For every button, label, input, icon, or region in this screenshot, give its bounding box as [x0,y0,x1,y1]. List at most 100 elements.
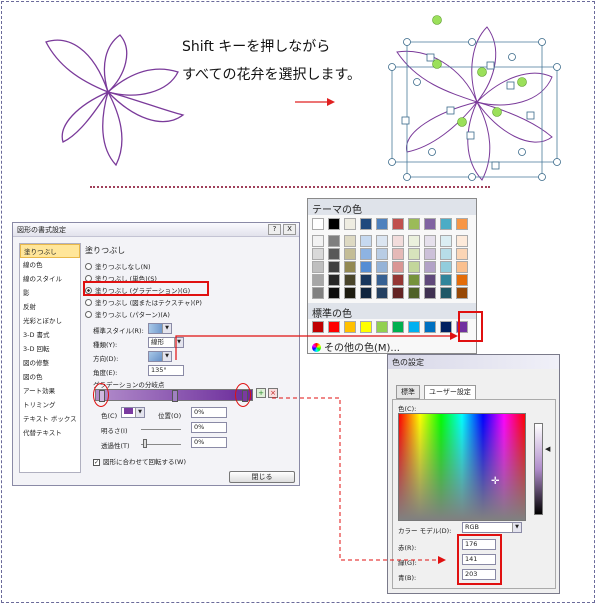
brightness-slider[interactable] [141,429,181,430]
theme-color-swatch[interactable] [360,218,372,230]
transparency-input[interactable]: 0% [191,437,227,448]
nav-item-reflection[interactable]: 反射 [20,300,80,314]
theme-shade-swatch[interactable] [408,235,420,247]
theme-shade-swatch[interactable] [392,287,404,299]
arrow-icon [295,98,335,106]
theme-shade-swatch[interactable] [312,248,324,260]
radio-no-fill[interactable]: 塗りつぶしなし(N) [85,261,151,271]
theme-shade-swatch[interactable] [312,261,324,273]
theme-shade-swatch[interactable] [344,235,356,247]
theme-shade-swatch[interactable] [360,235,372,247]
luminance-bar[interactable] [534,423,543,515]
theme-shade-swatch[interactable] [312,274,324,286]
theme-shade-swatch[interactable] [328,274,340,286]
dialog-titlebar: 図形の書式設定 ? X [13,223,299,237]
theme-shade-swatch[interactable] [408,287,420,299]
theme-shade-swatch[interactable] [376,235,388,247]
transparency-slider[interactable] [141,444,181,445]
theme-shade-swatch[interactable] [456,235,468,247]
theme-shade-swatch[interactable] [408,261,420,273]
theme-shade-swatch[interactable] [376,287,388,299]
nav-item-line-style[interactable]: 線のスタイル [20,272,80,286]
close-x-button[interactable]: X [283,224,296,235]
theme-shade-swatch[interactable] [456,274,468,286]
theme-color-swatch[interactable] [440,218,452,230]
theme-shade-swatch[interactable] [376,274,388,286]
theme-shade-swatch[interactable] [424,235,436,247]
theme-shade-swatch[interactable] [312,287,324,299]
nav-item-picture-color[interactable]: 図の色 [20,370,80,384]
nav-item-text-box[interactable]: テキスト ボックス [20,412,80,426]
theme-color-swatch[interactable] [376,218,388,230]
theme-shade-swatch[interactable] [376,261,388,273]
theme-shade-swatch[interactable] [312,235,324,247]
radio-pattern-fill[interactable]: 塗りつぶし (パターン)(A) [85,309,170,319]
rotate-checkbox[interactable]: ✓ [93,459,100,466]
theme-color-swatch[interactable] [456,218,468,230]
theme-shade-swatch[interactable] [360,248,372,260]
gradient-stop-middle[interactable] [172,390,178,402]
theme-shade-swatch[interactable] [360,287,372,299]
transparency-thumb[interactable] [143,439,147,448]
theme-shade-swatch[interactable] [440,261,452,273]
theme-shade-swatch[interactable] [328,261,340,273]
theme-shade-swatch[interactable] [328,248,340,260]
theme-shade-swatch[interactable] [344,248,356,260]
theme-shade-swatch[interactable] [376,248,388,260]
theme-shade-swatch[interactable] [424,274,436,286]
preset-dropdown[interactable]: ▼ [148,323,172,334]
help-button[interactable]: ? [268,224,281,235]
theme-color-swatch[interactable] [424,218,436,230]
theme-shade-swatch[interactable] [456,248,468,260]
theme-color-swatch[interactable] [312,218,324,230]
nav-item-crop[interactable]: トリミング [20,398,80,412]
nav-item-alt-text[interactable]: 代替テキスト [20,426,80,440]
color-model-dropdown[interactable]: RGB ▼ [462,522,522,533]
position-input[interactable]: 0% [191,407,227,418]
color-model-value: RGB [465,523,480,531]
radio-picture-fill[interactable]: 塗りつぶし (図またはテクスチャ)(P) [85,297,202,307]
nav-item-3d-rotation[interactable]: 3-D 回転 [20,342,80,356]
angle-input[interactable]: 135° [148,365,184,376]
category-list: 塗りつぶし 線の色 線のスタイル 影 反射 光彩とぼかし 3-D 書式 3-D … [19,243,81,473]
nav-item-fill[interactable]: 塗りつぶし [20,244,80,258]
rotate-with-shape[interactable]: ✓ 図形に合わせて回転する(W) [93,456,186,466]
theme-shade-swatch[interactable] [440,248,452,260]
theme-shade-swatch[interactable] [344,287,356,299]
theme-color-swatch[interactable] [328,218,340,230]
theme-shade-swatch[interactable] [392,261,404,273]
theme-shade-swatch[interactable] [360,274,372,286]
theme-color-swatch[interactable] [344,218,356,230]
nav-item-glow[interactable]: 光彩とぼかし [20,314,80,328]
luminance-arrow-icon[interactable]: ◀ [545,445,550,453]
nav-item-line-color[interactable]: 線の色 [20,258,80,272]
theme-shade-swatch[interactable] [360,261,372,273]
theme-shade-swatch[interactable] [424,248,436,260]
theme-color-swatch[interactable] [392,218,404,230]
nav-item-shadow[interactable]: 影 [20,286,80,300]
theme-shade-swatch[interactable] [408,274,420,286]
theme-shade-swatch[interactable] [328,287,340,299]
nav-item-picture-corrections[interactable]: 図の修整 [20,356,80,370]
direction-dropdown[interactable]: ▼ [148,351,172,362]
theme-shade-swatch[interactable] [408,248,420,260]
theme-shade-swatch[interactable] [392,235,404,247]
theme-color-swatch[interactable] [408,218,420,230]
theme-shade-swatch[interactable] [440,287,452,299]
nav-item-3d-format[interactable]: 3-D 書式 [20,328,80,342]
nav-item-artistic-effects[interactable]: アート効果 [20,384,80,398]
add-stop-icon[interactable]: + [256,388,266,398]
theme-shade-swatch[interactable] [392,248,404,260]
theme-shade-swatch[interactable] [344,274,356,286]
theme-shade-swatch[interactable] [392,274,404,286]
theme-shade-swatch[interactable] [328,235,340,247]
stop-color-dropdown[interactable]: ▼ [121,407,145,418]
theme-shade-swatch[interactable] [440,274,452,286]
theme-shade-swatch[interactable] [440,235,452,247]
theme-shade-swatch[interactable] [424,287,436,299]
brightness-input[interactable]: 0% [191,422,227,433]
theme-shade-swatch[interactable] [456,287,468,299]
theme-shade-swatch[interactable] [424,261,436,273]
theme-shade-swatch[interactable] [456,261,468,273]
theme-shade-swatch[interactable] [344,261,356,273]
